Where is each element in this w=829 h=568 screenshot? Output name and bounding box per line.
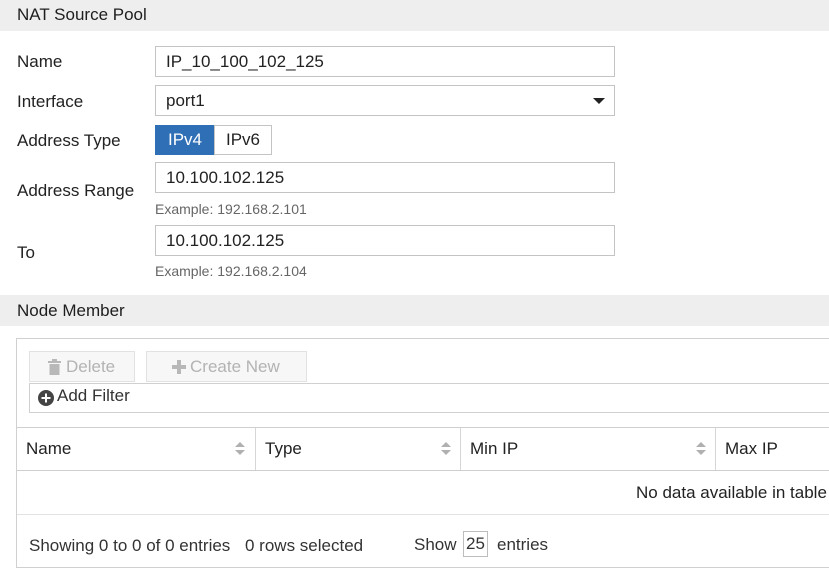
address-range-start-input[interactable]: 10.100.102.125 [155, 162, 615, 193]
page-size-select[interactable]: 25 [463, 531, 488, 557]
interface-select[interactable]: port1 [155, 85, 615, 116]
section-title: Node Member [17, 301, 125, 320]
name-input[interactable]: IP_10_100_102_125 [155, 46, 615, 77]
show-label: Show [414, 535, 457, 554]
sort-icon [235, 442, 245, 456]
create-new-button[interactable]: Create New [146, 351, 307, 382]
entries-label: entries [497, 535, 549, 554]
empty-table-message: No data available in table [636, 483, 827, 502]
plus-icon [172, 360, 186, 374]
delete-button[interactable]: Delete [29, 351, 135, 382]
table-empty-row: No data available in table [17, 471, 829, 515]
column-header-type[interactable]: Type [256, 428, 461, 470]
name-input-value: IP_10_100_102_125 [166, 52, 324, 71]
column-header-max-ip[interactable]: Max IP [716, 428, 829, 470]
section-title: NAT Source Pool [17, 5, 147, 24]
sort-icon [696, 442, 706, 456]
address-range-end-input[interactable]: 10.100.102.125 [155, 225, 615, 256]
name-label: Name [17, 52, 63, 71]
chevron-down-icon [593, 98, 605, 104]
create-new-button-label: Create New [190, 357, 280, 376]
add-filter-label: Add Filter [57, 386, 130, 405]
rows-selected-text: 0 rows selected [245, 536, 364, 555]
delete-button-label: Delete [66, 357, 116, 376]
address-type-label: Address Type [17, 131, 121, 150]
address-range-end-value: 10.100.102.125 [166, 231, 285, 250]
interface-label: Interface [17, 92, 84, 111]
filter-bar[interactable]: Add Filter [29, 383, 829, 413]
showing-entries-text: Showing 0 to 0 of 0 entries [29, 536, 231, 555]
address-type-ipv6-button[interactable]: IPv6 [214, 125, 272, 155]
address-type-ipv4-button[interactable]: IPv4 [155, 125, 215, 155]
interface-select-value: port1 [166, 91, 205, 110]
plus-circle-icon [38, 390, 54, 406]
address-range-start-value: 10.100.102.125 [166, 168, 285, 187]
to-hint: Example: 192.168.2.104 [155, 263, 307, 279]
sort-icon [441, 442, 451, 456]
node-member-panel: Delete Create New Add Filter Name Type M… [16, 338, 829, 568]
table-header: Name Type Min IP Max IP [17, 427, 829, 471]
address-range-hint: Example: 192.168.2.101 [155, 201, 307, 217]
address-range-label: Address Range [17, 181, 135, 200]
section-header-node-member: Node Member [0, 295, 829, 326]
column-header-name[interactable]: Name [17, 428, 256, 470]
section-header-nat-source-pool: NAT Source Pool [0, 0, 829, 31]
column-header-max-ip-label: Max IP [725, 439, 778, 458]
to-label: To [17, 243, 35, 262]
column-header-name-label: Name [26, 439, 72, 458]
column-header-type-label: Type [265, 439, 302, 458]
column-header-min-ip-label: Min IP [470, 439, 519, 458]
column-header-min-ip[interactable]: Min IP [461, 428, 716, 470]
trash-icon [48, 359, 61, 375]
